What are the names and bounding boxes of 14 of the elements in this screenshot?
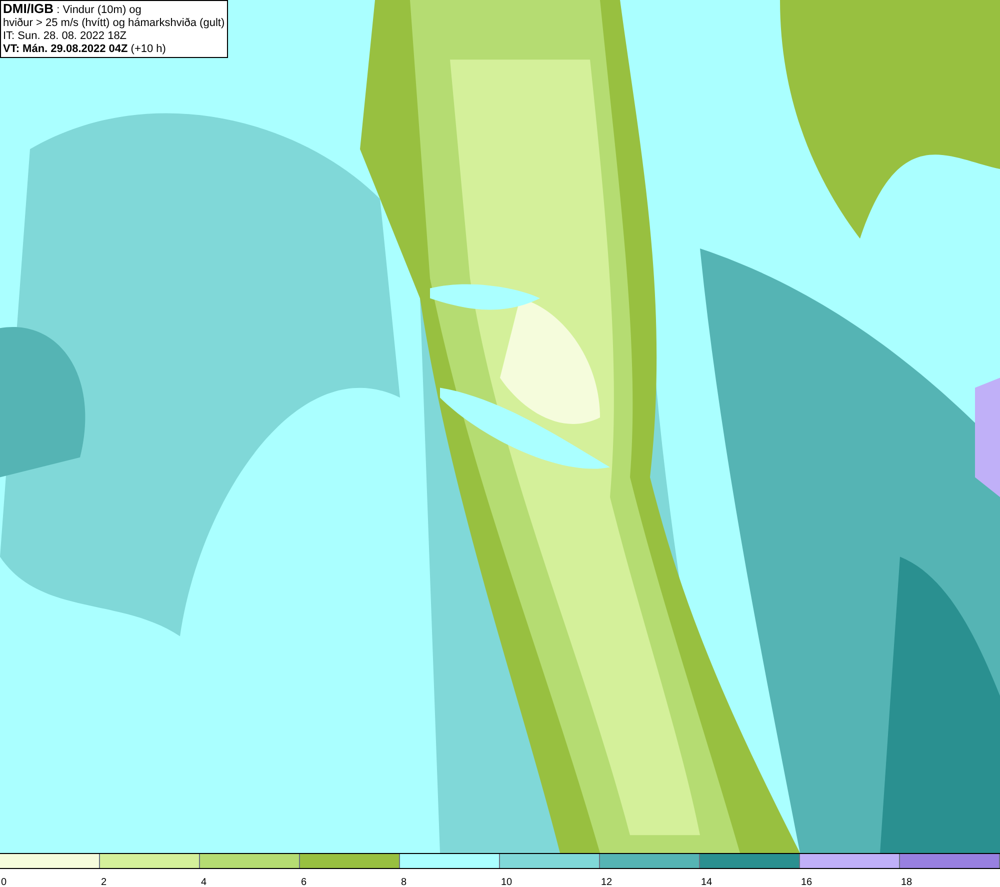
map-subtitle: hviður > 25 m/s (hvítt) og hámarkshviða (gult) — [3, 17, 225, 30]
legend-label: 2 — [100, 877, 107, 887]
legend-label: 16 — [800, 877, 812, 887]
legend-label: 4 — [200, 877, 207, 887]
issue-time: IT: Sun. 28. 08. 2022 18Z — [3, 30, 128, 43]
legend-label: 10 — [500, 877, 512, 887]
valid-time: VT: Mán. 29.08.2022 04Z (+10 h) — [3, 43, 167, 56]
legend-label: 18 — [900, 877, 912, 887]
map-title: DMI/IGB : Vindur (10m) og — [3, 2, 142, 17]
legend-label: 6 — [300, 877, 307, 887]
legend-label: 0 — [0, 877, 7, 887]
legend-label: 14 — [700, 877, 712, 887]
legend-label: 12 — [600, 877, 612, 887]
legend-label: 8 — [400, 877, 407, 887]
